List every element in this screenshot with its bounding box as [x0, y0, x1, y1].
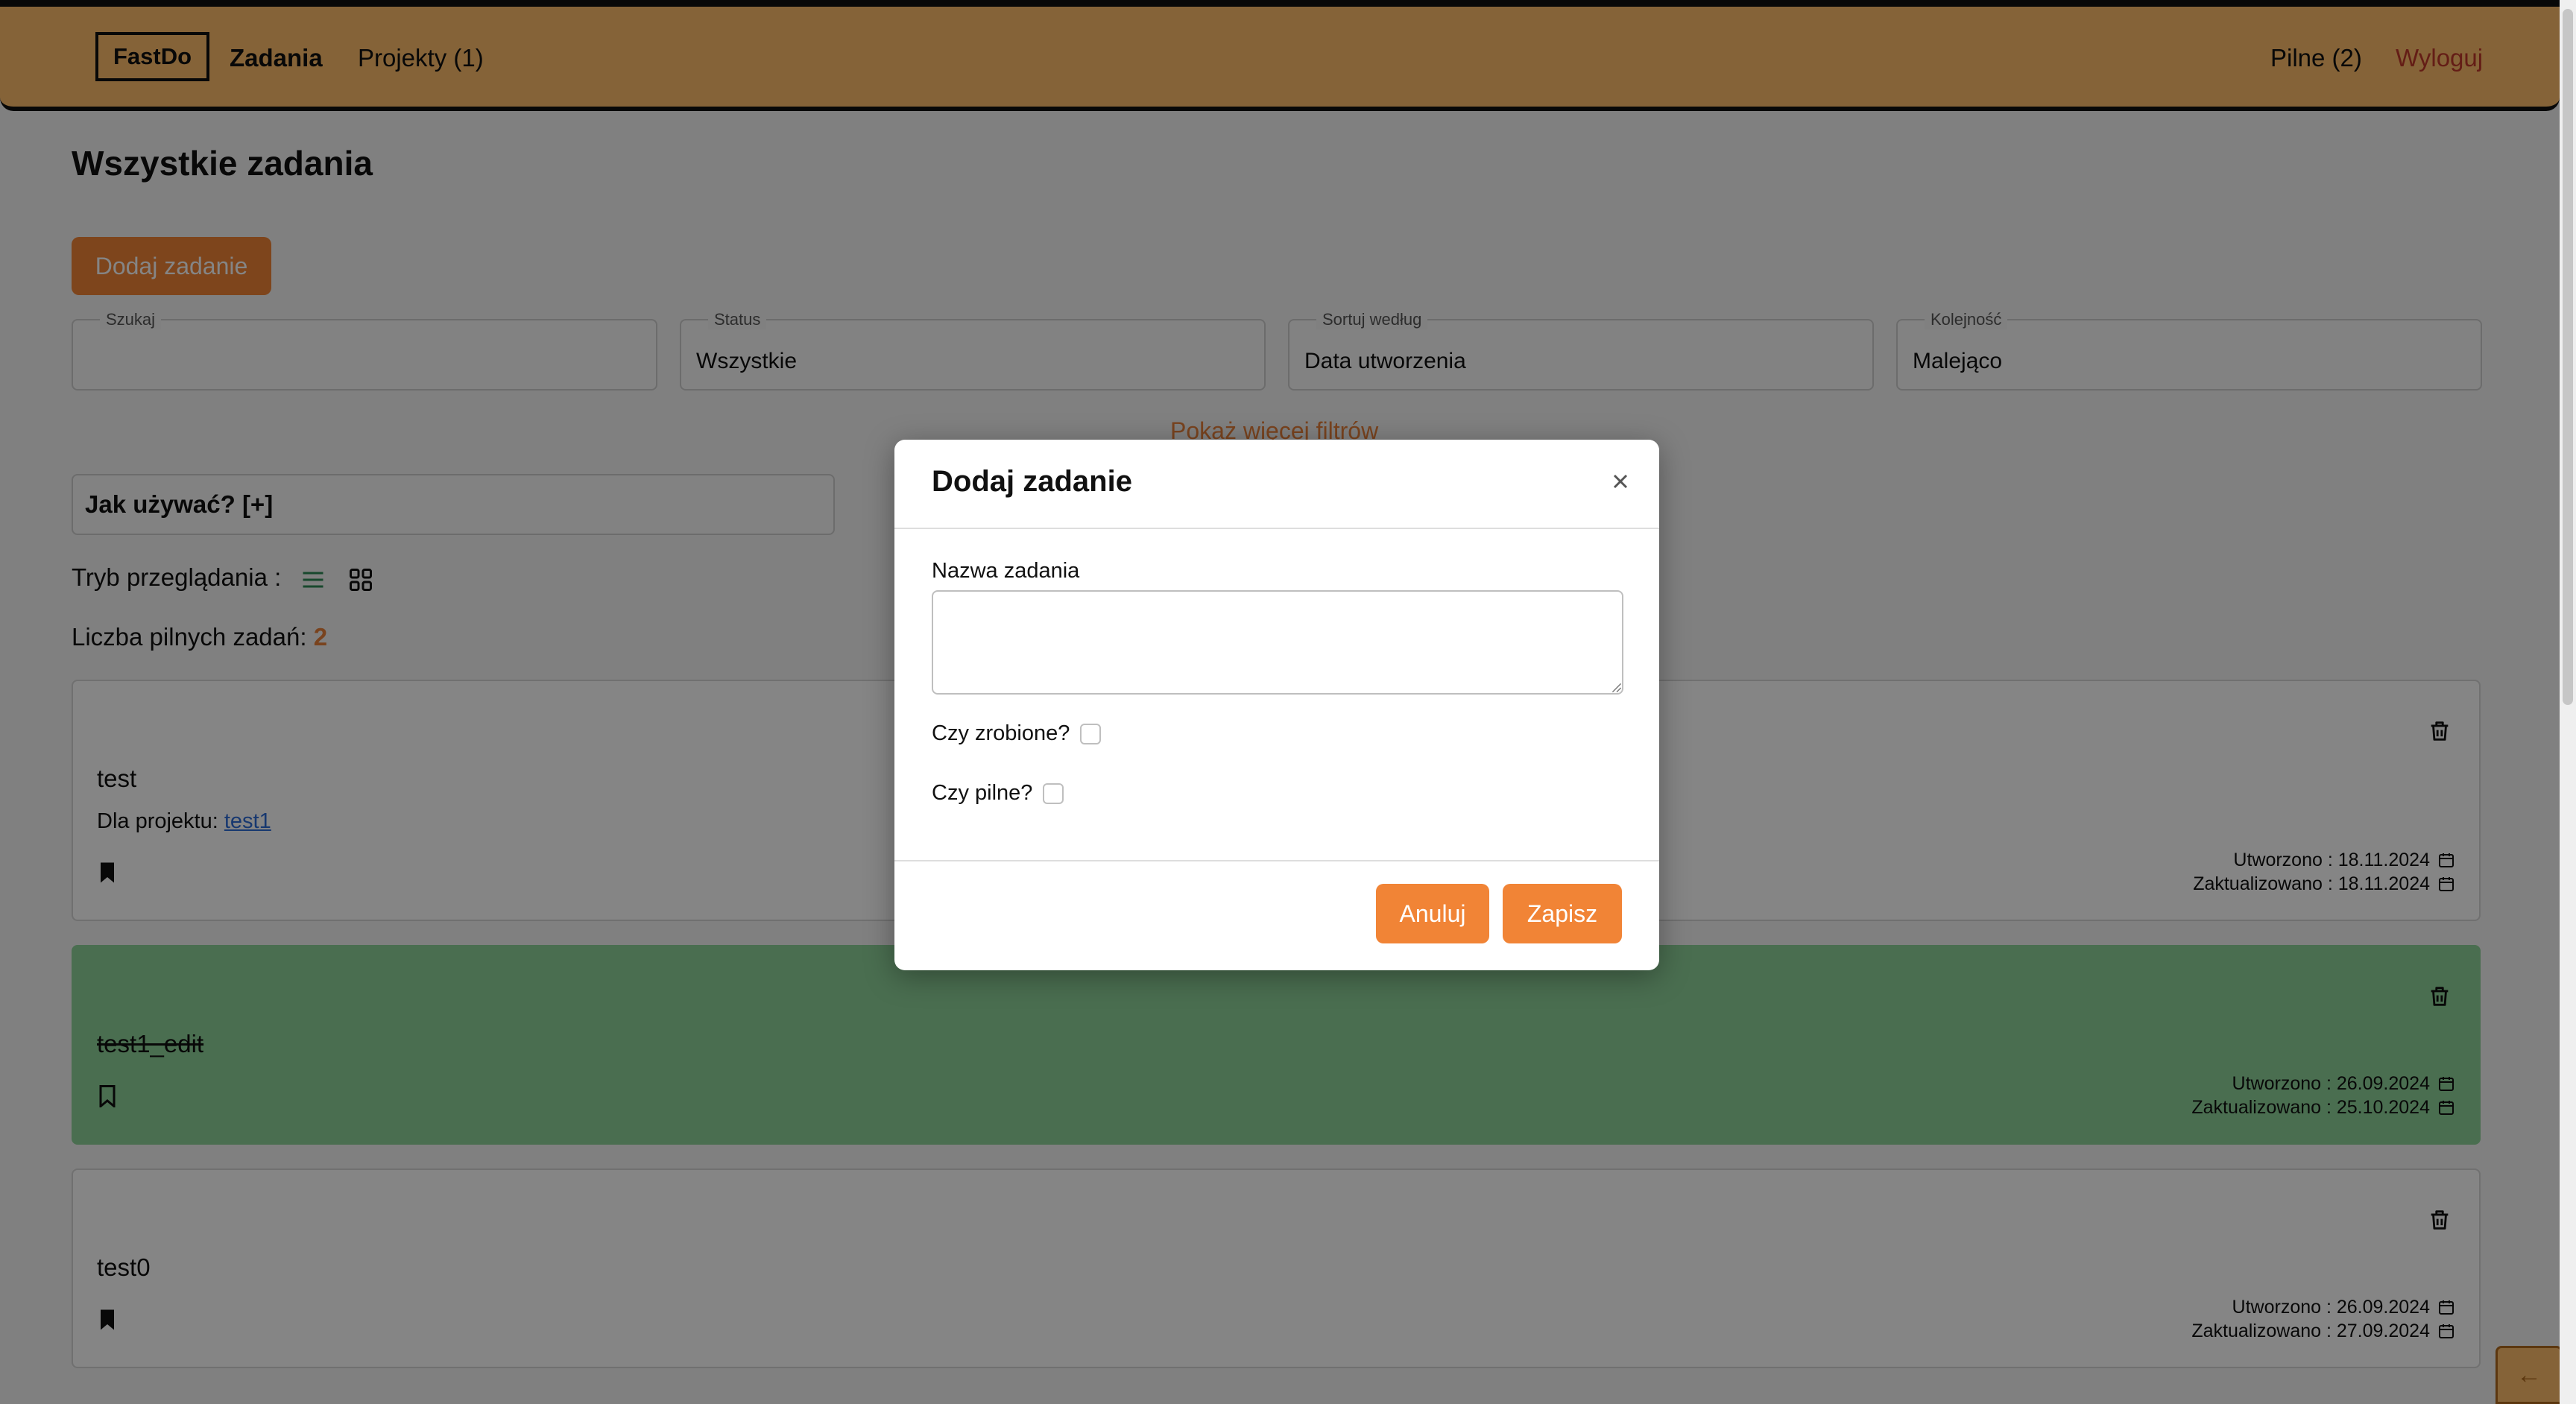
add-task-modal: Dodaj zadanie Nazwa zadania Czy zrobione… [894, 440, 1659, 970]
modal-header-divider [894, 528, 1659, 529]
resize-grip-icon[interactable] [1611, 683, 1622, 693]
done-checkbox-label: Czy zrobione? [932, 721, 1070, 745]
modal-footer-divider [894, 860, 1659, 861]
task-name-label: Nazwa zadania [932, 559, 1080, 583]
cancel-button[interactable]: Anuluj [1376, 884, 1489, 943]
urgent-checkbox[interactable] [1043, 782, 1064, 804]
modal-title: Dodaj zadanie [932, 465, 1132, 498]
urgent-checkbox-label: Czy pilne? [932, 781, 1033, 805]
urgent-checkbox-row: Czy pilne? [932, 781, 1064, 806]
done-checkbox-row: Czy zrobione? [932, 721, 1102, 746]
task-name-input[interactable] [932, 590, 1623, 695]
scrollbar-thumb[interactable] [2563, 9, 2573, 705]
done-checkbox[interactable] [1080, 723, 1102, 744]
scrollbar[interactable] [2560, 0, 2576, 1404]
save-button[interactable]: Zapisz [1503, 884, 1622, 943]
close-icon[interactable] [1609, 469, 1632, 493]
